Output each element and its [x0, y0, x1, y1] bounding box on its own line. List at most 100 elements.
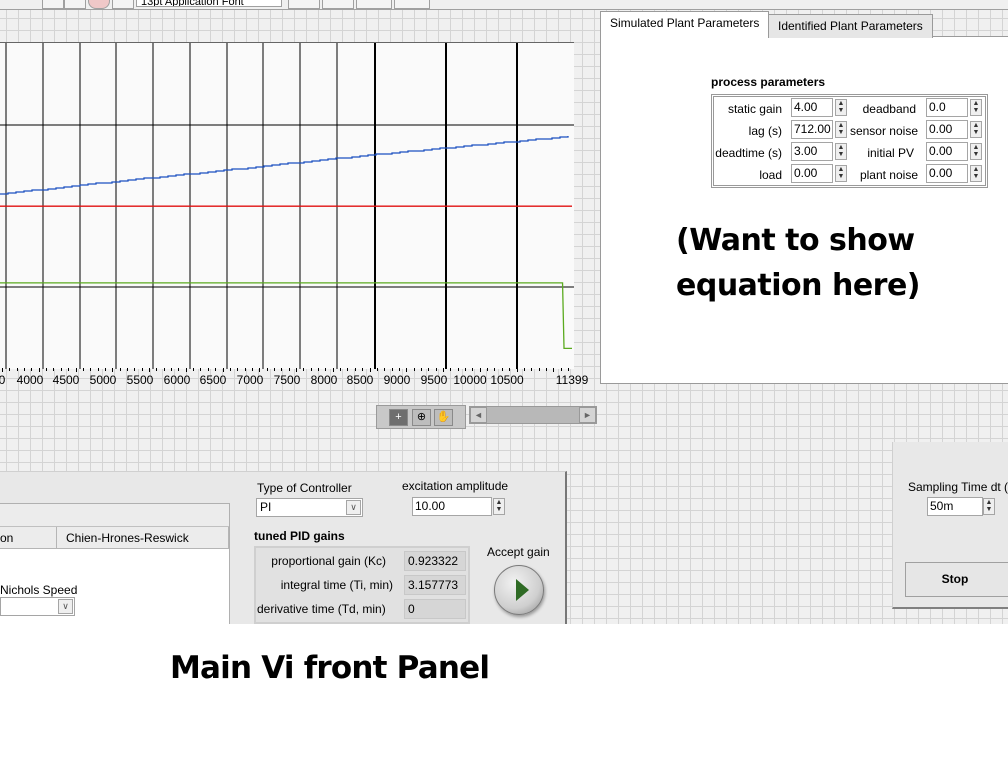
spinner-icon[interactable]: ▲ ▼ [970, 99, 982, 116]
x-minor-tick [318, 368, 320, 371]
x-minor-tick [376, 368, 378, 371]
x-minor-tick [200, 368, 202, 371]
x-tick-label: 4500 [52, 373, 80, 387]
deadband-control[interactable]: 0.0 ▲ ▼ [926, 98, 984, 117]
zoom-tool-icon[interactable]: ⊕ [412, 409, 431, 426]
abort-icon[interactable] [88, 0, 110, 9]
x-minor-tick [222, 368, 224, 372]
tuning-rules-header [0, 504, 229, 527]
deadband-label: deadband [862, 102, 916, 116]
tab-simulated-plant-parameters[interactable]: Simulated Plant Parameters [600, 11, 770, 37]
spinner-icon[interactable]: ▲ ▼ [493, 498, 505, 515]
tab-identified-plant-parameters[interactable]: Identified Plant Parameters [768, 14, 933, 38]
rule-column-header[interactable]: Chien-Hrones-Reswick [57, 527, 229, 549]
x-minor-tick [75, 368, 77, 372]
pencil-icon[interactable] [42, 0, 64, 9]
chevron-down-icon[interactable]: ∨ [58, 599, 73, 614]
accept-gain-button[interactable] [494, 565, 544, 615]
sampling-time-control[interactable]: 50m ▲ ▼ [927, 497, 999, 516]
sampling-time-value[interactable]: 50m [927, 497, 983, 516]
plant-noise-value[interactable]: 0.00 [926, 164, 968, 183]
graph-palette: + ⊕ ✋ [376, 405, 466, 429]
chevron-down-icon[interactable]: ∨ [346, 500, 361, 515]
x-minor-tick [391, 368, 393, 371]
x-minor-tick [362, 368, 364, 371]
controller-type-select[interactable]: PI ∨ [256, 498, 363, 517]
spinner-icon[interactable]: ▲ ▼ [835, 165, 847, 182]
x-minor-tick [273, 368, 275, 371]
process-parameters-title: process parameters [711, 75, 826, 89]
chart-horizontal-scrollbar[interactable]: ◄ ► [469, 406, 597, 424]
x-minor-tick [156, 368, 158, 371]
initial-pv-control[interactable]: 0.00 ▲ ▼ [926, 142, 984, 161]
spinner-icon[interactable]: ▲ ▼ [835, 143, 847, 160]
align-icon[interactable] [288, 0, 320, 9]
x-minor-tick [90, 368, 92, 371]
tuning-rules-panel: on Chien-Hrones-Reswick Nichols Speed ∨ [0, 503, 230, 624]
static-gain-value[interactable]: 4.00 [791, 98, 833, 117]
probe-icon[interactable] [64, 0, 86, 9]
pause-icon[interactable] [112, 0, 134, 9]
scroll-left-icon[interactable]: ◄ [470, 407, 487, 423]
x-minor-tick [259, 368, 261, 372]
spinner-icon[interactable]: ▲ ▼ [835, 121, 847, 138]
reorder-icon[interactable] [394, 0, 430, 9]
plant-noise-control[interactable]: 0.00 ▲ ▼ [926, 164, 984, 183]
pan-tool-icon[interactable]: ✋ [434, 409, 453, 426]
x-minor-tick [303, 368, 305, 371]
stop-button[interactable]: Stop [905, 562, 1008, 597]
x-minor-tick [134, 368, 136, 371]
x-tick-label: 4000 [16, 373, 44, 387]
initial-pv-value[interactable]: 0.00 [926, 142, 968, 161]
x-minor-tick [266, 368, 268, 371]
x-minor-tick [465, 368, 467, 371]
tuning-rule-selector[interactable]: ∨ [0, 597, 75, 616]
x-minor-tick [2, 368, 3, 372]
spinner-icon[interactable]: ▲ ▼ [970, 143, 982, 160]
ti-indicator: 3.157773 [404, 575, 466, 595]
x-minor-tick [354, 368, 356, 371]
excitation-amplitude-control[interactable]: 10.00 ▲ ▼ [412, 497, 508, 516]
sampling-time-label: Sampling Time dt ( [908, 480, 1008, 494]
deadband-value[interactable]: 0.0 [926, 98, 968, 117]
static-gain-control[interactable]: 4.00 ▲ ▼ [791, 98, 849, 117]
x-minor-tick [457, 368, 459, 371]
lag-value[interactable]: 712.00 [791, 120, 833, 139]
rule-column-header[interactable]: on [0, 527, 57, 549]
excitation-amplitude-value[interactable]: 10.00 [412, 497, 492, 516]
cursor-tool-icon[interactable]: + [389, 409, 408, 426]
play-icon [516, 579, 529, 601]
x-minor-tick [406, 368, 408, 372]
deadtime-value[interactable]: 3.00 [791, 142, 833, 161]
x-minor-tick [398, 368, 400, 371]
spinner-icon[interactable]: ▲ ▼ [970, 121, 982, 138]
equation-placeholder-note: (Want to show equation here) [676, 218, 921, 308]
x-minor-tick [237, 368, 239, 371]
x-minor-tick [38, 368, 40, 372]
series-controller-output [0, 282, 572, 350]
scroll-right-icon[interactable]: ► [579, 407, 596, 423]
x-minor-tick [347, 368, 349, 371]
deadtime-control[interactable]: 3.00 ▲ ▼ [791, 142, 849, 161]
load-value[interactable]: 0.00 [791, 164, 833, 183]
sensor-noise-value[interactable]: 0.00 [926, 120, 968, 139]
load-control[interactable]: 0.00 ▲ ▼ [791, 164, 849, 183]
sensor-noise-control[interactable]: 0.00 ▲ ▼ [926, 120, 984, 139]
distribute-icon[interactable] [322, 0, 354, 9]
waveform-chart[interactable] [0, 42, 574, 369]
x-minor-tick [325, 368, 327, 371]
spinner-icon[interactable]: ▲ ▼ [835, 99, 847, 116]
resize-icon[interactable] [356, 0, 392, 9]
x-minor-tick [112, 368, 114, 372]
x-tick-label: 9500 [420, 373, 448, 387]
note-line-1: (Want to show [676, 223, 915, 258]
x-minor-tick [171, 368, 173, 371]
x-minor-tick [428, 368, 430, 371]
x-minor-tick [413, 368, 415, 371]
lag-control[interactable]: 712.00 ▲ ▼ [791, 120, 849, 139]
kc-indicator: 0.923322 [404, 551, 466, 571]
x-tick-label: 11399 [555, 373, 589, 387]
spinner-icon[interactable]: ▲ ▼ [970, 165, 982, 182]
font-selector[interactable]: 13pt Application Font [136, 0, 282, 7]
spinner-icon[interactable]: ▲ ▼ [983, 498, 995, 515]
